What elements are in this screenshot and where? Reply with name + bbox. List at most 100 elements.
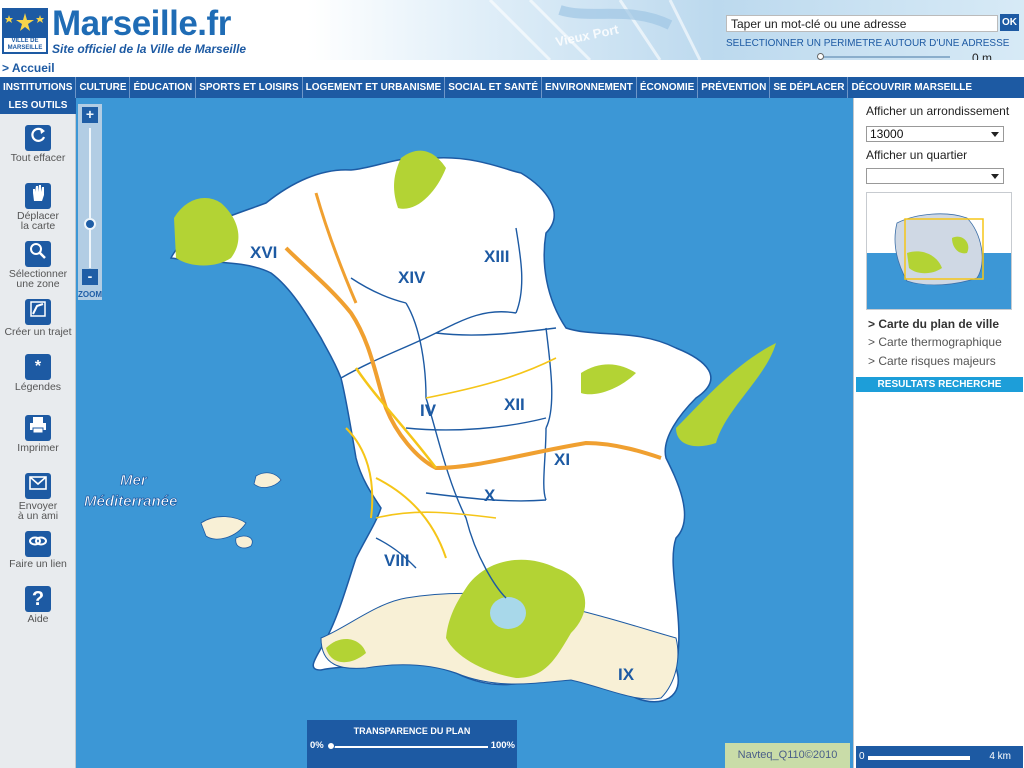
sea-label-mer: Mer	[120, 472, 148, 489]
lake	[490, 597, 526, 629]
transparency-knob[interactable]	[327, 742, 335, 750]
legend-icon: *	[25, 354, 51, 380]
green-area-north-west	[174, 198, 239, 266]
islands	[200, 472, 282, 549]
scale-bar: 0 4 km	[856, 746, 1023, 768]
district-label-xi[interactable]: XI	[554, 450, 570, 469]
zoom-select-icon	[25, 241, 51, 267]
link-icon	[25, 531, 51, 557]
overview-map[interactable]	[866, 192, 1012, 310]
quartier-label: Afficher un quartier	[866, 148, 968, 162]
tool-select-label-2: une zone	[16, 278, 60, 290]
district-label-iv[interactable]: IV	[420, 401, 437, 420]
site-header: VILLE DE MARSEILLE Marseille.fr Site off…	[0, 0, 1024, 60]
search-ok-button[interactable]: OK	[1000, 14, 1019, 31]
perimeter-slider-knob[interactable]	[817, 53, 824, 60]
refresh-icon	[25, 125, 51, 151]
nav-item-education[interactable]: ÉDUCATION	[130, 77, 197, 98]
chevron-down-icon	[991, 132, 999, 137]
zoom-track[interactable]	[89, 128, 91, 268]
district-label-xii[interactable]: XII	[504, 395, 525, 414]
quartier-select[interactable]	[866, 168, 1004, 184]
transparency-max: 100%	[490, 740, 515, 751]
tool-legend-label: Légendes	[14, 381, 62, 393]
tool-help-label: Aide	[27, 613, 49, 625]
help-icon: ?	[25, 586, 51, 612]
nav-item-environnement[interactable]: ENVIRONNEMENT	[542, 77, 637, 98]
overview-map-canvas	[867, 213, 1011, 309]
tools-panel: LES OUTILS Tout effacer Déplacer la cart…	[0, 98, 76, 768]
route-icon	[25, 299, 51, 325]
zoom-knob[interactable]	[84, 218, 96, 230]
transparency-min: 0%	[310, 740, 324, 751]
nav-item-prevention[interactable]: PRÉVENTION	[698, 77, 771, 98]
tools-header: LES OUTILS	[0, 98, 76, 114]
district-label-viii[interactable]: VIII	[384, 551, 410, 570]
map-canvas[interactable]: XVI XIV XIII IV XII XI X VIII IX Mer Méd…	[76, 98, 853, 768]
breadcrumb[interactable]: > Accueil	[0, 60, 1024, 77]
link-carte-plan-ville[interactable]: > Carte du plan de ville	[868, 317, 999, 331]
tool-clear-label: Tout effacer	[10, 152, 66, 164]
nav-item-logement[interactable]: LOGEMENT ET URBANISME	[303, 77, 446, 98]
arrondissement-select-value: 13000	[870, 127, 904, 141]
mail-icon	[25, 473, 51, 499]
tool-link[interactable]: Faire un lien	[0, 528, 76, 569]
zoom-out-button[interactable]: -	[82, 269, 98, 285]
transparency-slider[interactable]	[331, 746, 488, 748]
search-input[interactable]	[726, 15, 998, 32]
sea-label-mediterranee: Méditerranée	[84, 493, 177, 510]
tool-send-label-2: à un ami	[17, 510, 59, 522]
tool-send[interactable]: Envoyer à un ami	[0, 470, 76, 521]
scale-max: 4 km	[989, 751, 1011, 762]
nav-item-sports[interactable]: SPORTS ET LOISIRS	[196, 77, 303, 98]
perimeter-label: SELECTIONNER UN PERIMETRE AUTOUR D'UNE A…	[726, 38, 1010, 49]
hand-icon	[25, 183, 51, 209]
district-label-xvi[interactable]: XVI	[250, 243, 277, 262]
printer-icon	[25, 415, 51, 441]
perimeter-slider[interactable]	[817, 53, 950, 60]
map-copyright: Navteq_Q110©2010	[725, 743, 850, 768]
tool-select-zone[interactable]: Sélectionner une zone	[0, 238, 76, 289]
results-header: RESULTATS RECHERCHE	[856, 377, 1023, 392]
arrondissement-label: Afficher un arrondissement	[866, 104, 1010, 118]
scale-min: 0	[859, 751, 865, 762]
district-label-xiv[interactable]: XIV	[398, 268, 426, 287]
zoom-in-button[interactable]: +	[82, 107, 98, 123]
district-label-xiii[interactable]: XIII	[484, 247, 510, 266]
nav-item-social[interactable]: SOCIAL ET SANTÉ	[445, 77, 543, 98]
perimeter-value: 0 m	[972, 51, 993, 60]
logo-text: VILLE DE MARSEILLE	[4, 38, 46, 52]
nav-item-economie[interactable]: ÉCONOMIE	[637, 77, 699, 98]
link-carte-risques[interactable]: > Carte risques majeurs	[868, 354, 996, 368]
tool-pan[interactable]: Déplacer la carte	[0, 180, 76, 231]
chevron-down-icon	[991, 174, 999, 179]
district-label-ix[interactable]: IX	[618, 665, 635, 684]
right-panel: Afficher un arrondissement 13000 Affiche…	[853, 98, 1024, 768]
tool-link-label: Faire un lien	[9, 558, 67, 570]
tool-print-label: Imprimer	[17, 442, 59, 454]
nav-item-decouvrir[interactable]: DÉCOUVRIR MARSEILLE	[848, 77, 975, 98]
transparency-control: TRANSPARENCE DU PLAN 0% 100%	[307, 720, 517, 768]
tool-print[interactable]: Imprimer	[0, 412, 76, 453]
site-subtitle: Site officiel de la Ville de Marseille	[52, 42, 247, 56]
tool-route[interactable]: Créer un trajet	[0, 296, 76, 337]
main-nav: INSTITUTIONS CULTURE ÉDUCATION SPORTS ET…	[0, 77, 1024, 98]
zoom-control[interactable]: + - ZOOM	[78, 104, 102, 300]
tool-help[interactable]: ? Aide	[0, 586, 76, 624]
scale-bar-line	[868, 756, 970, 760]
tool-clear[interactable]: Tout effacer	[0, 122, 76, 163]
star-emblem-icon	[5, 13, 44, 31]
link-carte-thermographique[interactable]: > Carte thermographique	[868, 335, 1002, 349]
nav-item-se-deplacer[interactable]: SE DÉPLACER	[770, 77, 849, 98]
arrondissement-select[interactable]: 13000	[866, 126, 1004, 142]
tool-legend[interactable]: * Légendes	[0, 354, 76, 392]
nav-item-institutions[interactable]: INSTITUTIONS	[0, 77, 77, 98]
transparency-title: TRANSPARENCE DU PLAN	[353, 726, 471, 736]
tool-pan-label-2: la carte	[20, 220, 56, 232]
city-map[interactable]: XVI XIV XIII IV XII XI X VIII IX Mer Méd…	[76, 98, 853, 768]
nav-item-culture[interactable]: CULTURE	[76, 77, 131, 98]
city-logo[interactable]: VILLE DE MARSEILLE	[2, 8, 48, 54]
zoom-label: ZOOM	[78, 290, 102, 299]
site-title[interactable]: Marseille.fr	[52, 4, 231, 44]
district-label-x[interactable]: X	[484, 486, 496, 505]
